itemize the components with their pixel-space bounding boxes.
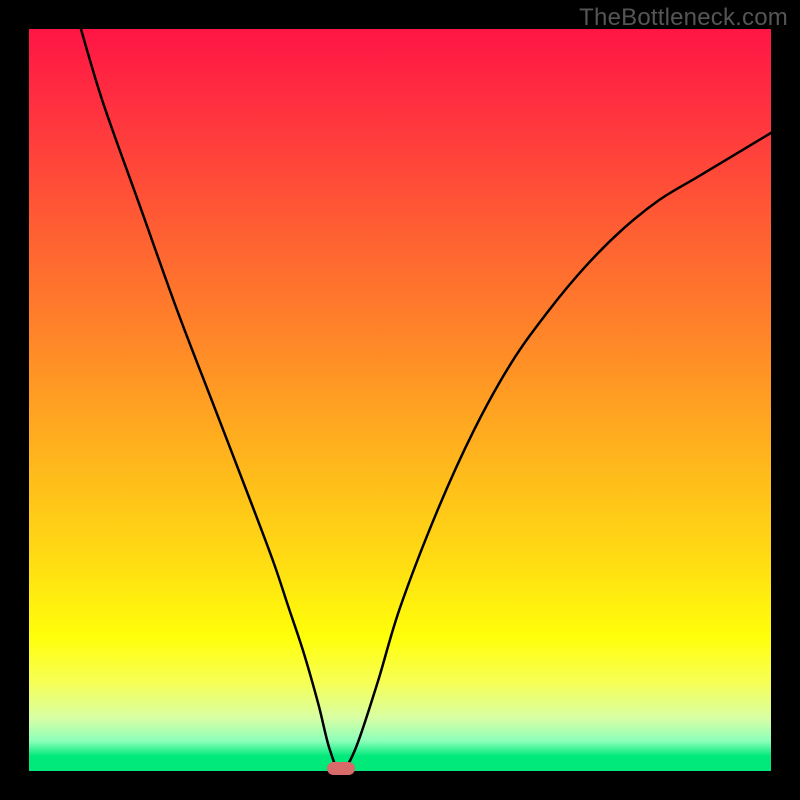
watermark-label: TheBottleneck.com: [579, 4, 788, 32]
chart-frame: TheBottleneck.com: [0, 0, 800, 800]
plot-area: [29, 29, 771, 771]
bottleneck-curve: [81, 29, 771, 771]
curve-svg: [29, 29, 771, 771]
optimum-marker: [327, 762, 355, 775]
